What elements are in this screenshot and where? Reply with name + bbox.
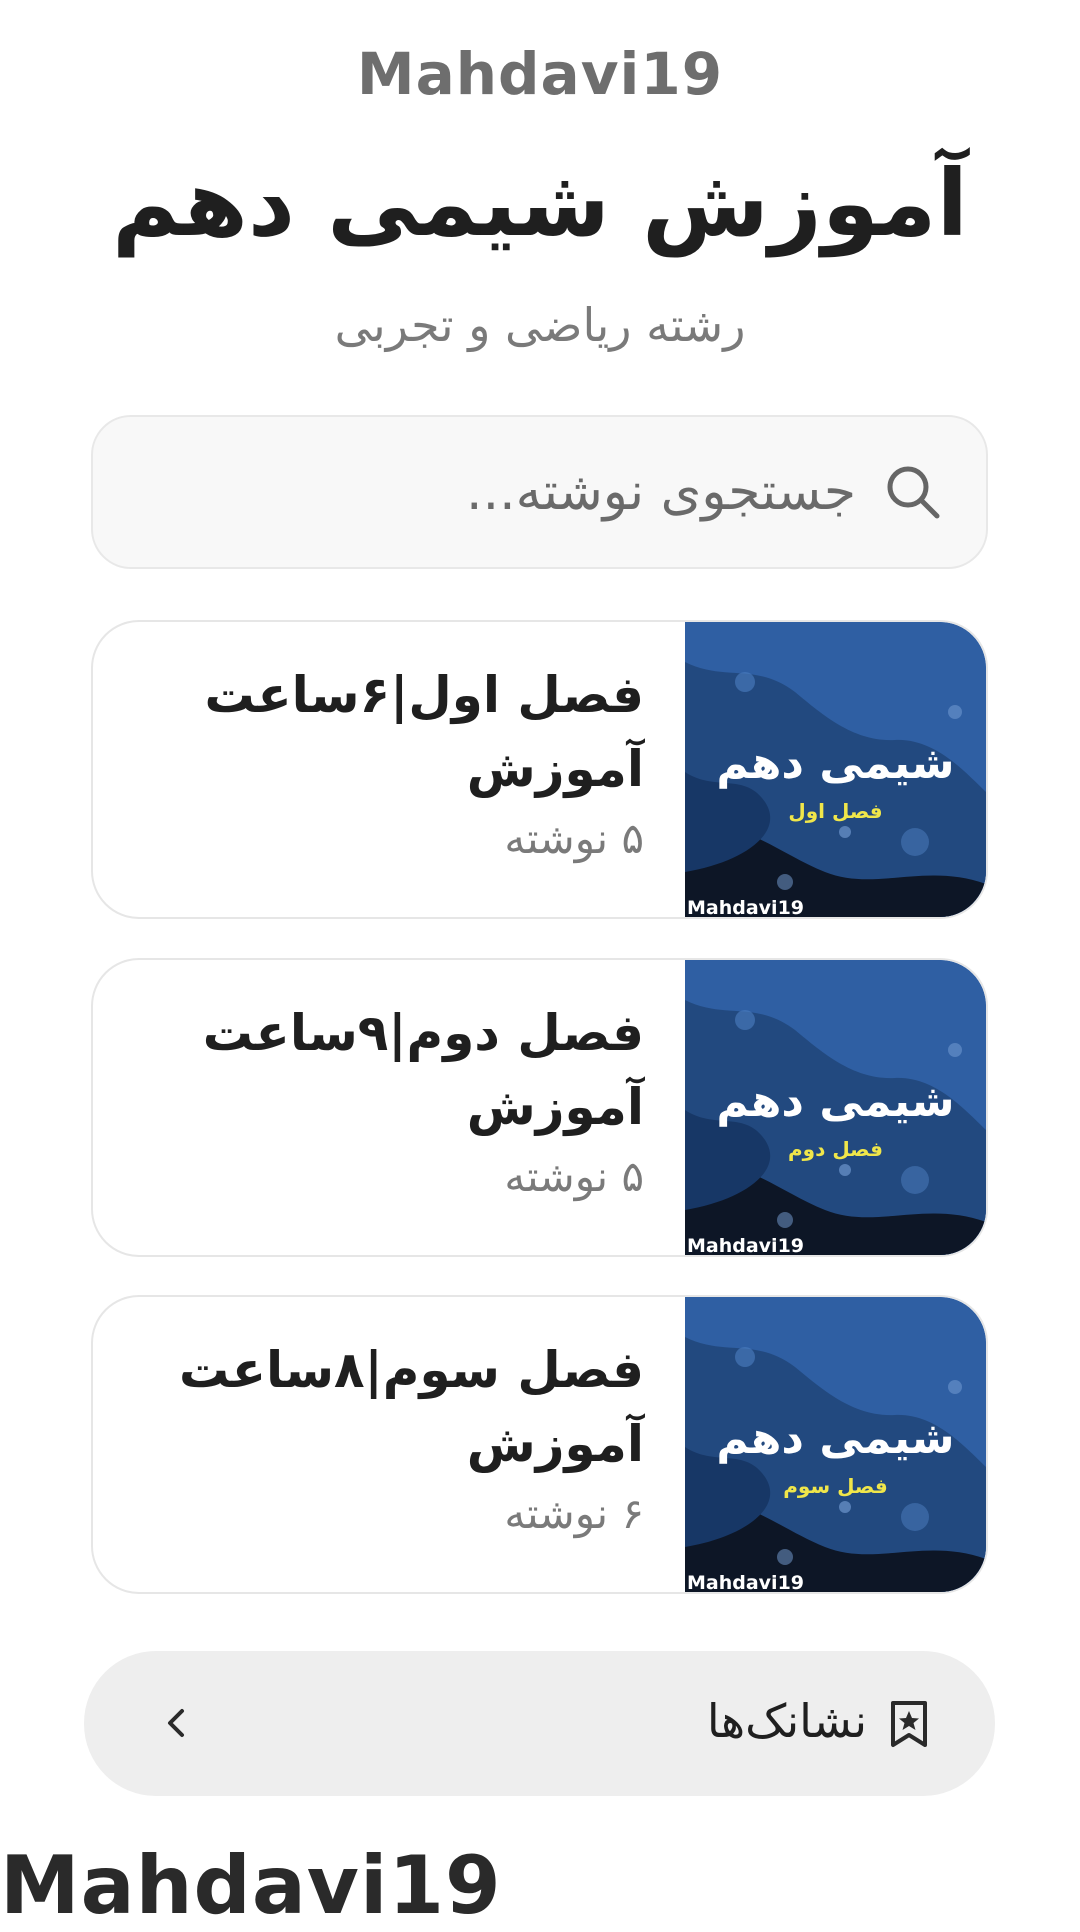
card-post-count: ۵ نوشته: [504, 814, 644, 863]
card-text: فصل دوم|۹ساعت آموزش ۵ نوشته: [144, 996, 644, 1208]
search-bar[interactable]: [91, 415, 988, 569]
bookmarks-button[interactable]: نشانک‌ها: [84, 1651, 995, 1796]
brand-logo-top: Mahdavi19: [356, 40, 724, 108]
card-post-count: ۶ نوشته: [504, 1489, 644, 1538]
search-icon[interactable]: [882, 461, 944, 523]
card-text: فصل سوم|۸ساعت آموزش ۶ نوشته: [144, 1333, 644, 1545]
chapter-card-2[interactable]: فصل دوم|۹ساعت آموزش ۵ نوشته شیمی دهم فصل…: [91, 958, 988, 1257]
thumbnail-brand: Mahdavi19: [687, 1235, 805, 1257]
thumbnail-brand: Mahdavi19: [687, 897, 805, 919]
bookmark-star-icon: [891, 1701, 927, 1747]
thumbnail-title: شیمی دهم: [716, 738, 955, 789]
card-thumbnail[interactable]: شیمی دهم فصل سوم Mahdavi19: [685, 1297, 986, 1594]
thumbnail-subtitle: فصل دوم: [788, 1137, 883, 1161]
thumbnail-subtitle: فصل اول: [788, 799, 883, 823]
card-title-line1[interactable]: فصل سوم|۸ساعت: [144, 1333, 644, 1407]
bookmarks-label: نشانک‌ها: [706, 1694, 867, 1748]
card-post-count: ۵ نوشته: [504, 1152, 644, 1201]
card-text: فصل اول|۶ساعت آموزش ۵ نوشته: [144, 658, 644, 870]
card-title-line2[interactable]: آموزش: [144, 732, 644, 806]
card-title-line2[interactable]: آموزش: [144, 1070, 644, 1144]
card-title-line2[interactable]: آموزش: [144, 1407, 644, 1481]
thumbnail-brand: Mahdavi19: [687, 1572, 805, 1594]
thumbnail-title: شیمی دهم: [716, 1413, 955, 1464]
page-subtitle: رشته ریاضی و تجربی: [334, 298, 746, 352]
search-input[interactable]: [123, 462, 856, 522]
card-title-line1[interactable]: فصل اول|۶ساعت: [144, 658, 644, 732]
card-thumbnail[interactable]: شیمی دهم فصل اول Mahdavi19: [685, 622, 986, 919]
thumbnail-title: شیمی دهم: [716, 1076, 955, 1127]
chevron-left-icon: [168, 1709, 184, 1737]
card-thumbnail[interactable]: شیمی دهم فصل دوم Mahdavi19: [685, 960, 986, 1257]
chapter-card-1[interactable]: فصل اول|۶ساعت آموزش ۵ نوشته شیمی دهم فصل…: [91, 620, 988, 919]
card-title-line1[interactable]: فصل دوم|۹ساعت: [144, 996, 644, 1070]
chapter-card-3[interactable]: فصل سوم|۸ساعت آموزش ۶ نوشته شیمی دهم فصل…: [91, 1295, 988, 1594]
thumbnail-subtitle: فصل سوم: [783, 1474, 888, 1498]
brand-logo-bottom: Mahdavi19: [0, 1839, 502, 1932]
page-title: آموزش شیمی دهم: [111, 150, 969, 257]
